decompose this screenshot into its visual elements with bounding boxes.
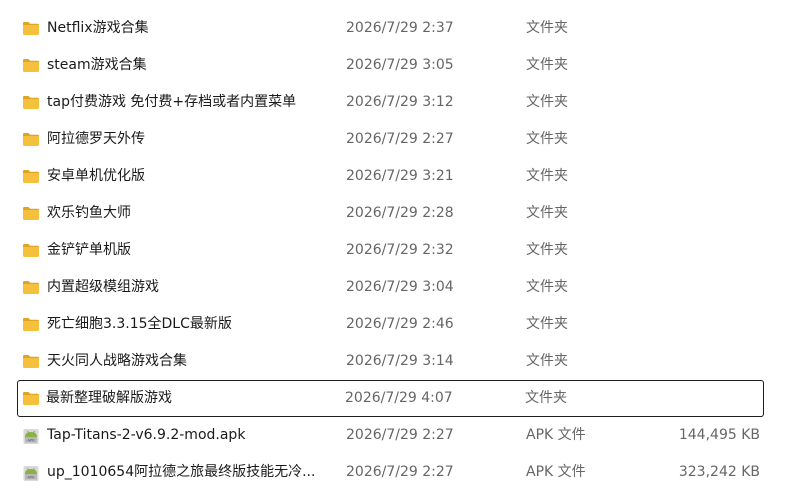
file-type: 文件夹 bbox=[526, 57, 568, 73]
folder-icon bbox=[22, 343, 42, 380]
modified-date: 2026/7/29 2:32 bbox=[346, 242, 454, 258]
modified-date: 2026/7/29 2:37 bbox=[346, 20, 454, 36]
file-name[interactable]: Tap-Titans-2-v6.9.2-mod.apk bbox=[47, 417, 332, 454]
file-row[interactable]: 天火同人战略游戏合集 2026/7/29 3:14 文件夹 bbox=[0, 343, 792, 380]
folder-icon bbox=[22, 158, 42, 195]
folder-icon bbox=[22, 84, 42, 121]
file-name[interactable]: 金铲铲单机版 bbox=[47, 232, 332, 269]
file-type: 文件夹 bbox=[526, 20, 568, 36]
modified-date: 2026/7/29 2:28 bbox=[346, 205, 454, 221]
file-row[interactable]: 阿拉德罗天外传 2026/7/29 2:27 文件夹 bbox=[0, 121, 792, 158]
file-row[interactable]: APK up_1010654阿拉德之旅最终版技能无冷... 2026/7/29 2:… bbox=[0, 454, 792, 491]
folder-icon bbox=[22, 269, 42, 306]
folder-icon bbox=[22, 232, 42, 269]
folder-icon bbox=[22, 121, 42, 158]
file-name[interactable]: 内置超级模组游戏 bbox=[47, 269, 332, 306]
file-name[interactable]: 死亡细胞3.3.15全DLC最新版 bbox=[47, 306, 332, 343]
file-name[interactable]: 阿拉德罗天外传 bbox=[47, 121, 332, 158]
file-type: 文件夹 bbox=[526, 168, 568, 184]
modified-date: 2026/7/29 3:14 bbox=[346, 353, 454, 369]
file-type: APK 文件 bbox=[526, 464, 586, 480]
file-type: 文件夹 bbox=[526, 242, 568, 258]
apk-icon: APK bbox=[22, 454, 42, 491]
folder-icon bbox=[22, 380, 42, 417]
file-name[interactable]: steam游戏合集 bbox=[47, 47, 332, 84]
file-row[interactable]: 内置超级模组游戏 2026/7/29 3:04 文件夹 bbox=[0, 269, 792, 306]
file-name[interactable]: Netflix游戏合集 bbox=[47, 10, 332, 47]
modified-date: 2026/7/29 2:27 bbox=[346, 131, 454, 147]
file-row[interactable]: 安卓单机优化版 2026/7/29 3:21 文件夹 bbox=[0, 158, 792, 195]
file-name[interactable]: up_1010654阿拉德之旅最终版技能无冷... bbox=[47, 454, 332, 491]
folder-icon bbox=[22, 10, 42, 47]
file-name[interactable]: 欢乐钓鱼大师 bbox=[47, 195, 332, 232]
file-row[interactable]: tap付费游戏 免付费+存档或者内置菜单 2026/7/29 3:12 文件夹 bbox=[0, 84, 792, 121]
file-type: 文件夹 bbox=[526, 353, 568, 369]
file-row[interactable]: 欢乐钓鱼大师 2026/7/29 2:28 文件夹 bbox=[0, 195, 792, 232]
modified-date: 2026/7/29 3:21 bbox=[346, 168, 454, 184]
file-name[interactable]: 最新整理破解版游戏 bbox=[46, 380, 331, 417]
file-list: Netflix游戏合集 2026/7/29 2:37 文件夹 steam游戏合集 202… bbox=[0, 10, 792, 491]
modified-date: 2026/7/29 2:27 bbox=[346, 427, 454, 443]
file-type: 文件夹 bbox=[526, 94, 568, 110]
file-row[interactable]: 金铲铲单机版 2026/7/29 2:32 文件夹 bbox=[0, 232, 792, 269]
file-name[interactable]: 天火同人战略游戏合集 bbox=[47, 343, 332, 380]
file-type: 文件夹 bbox=[526, 316, 568, 332]
modified-date: 2026/7/29 3:04 bbox=[346, 279, 454, 295]
file-row[interactable]: 死亡细胞3.3.15全DLC最新版 2026/7/29 2:46 文件夹 bbox=[0, 306, 792, 343]
file-type: 文件夹 bbox=[526, 131, 568, 147]
file-row[interactable]: APK Tap-Titans-2-v6.9.2-mod.apk 2026/7/29 … bbox=[0, 417, 792, 454]
folder-icon bbox=[22, 195, 42, 232]
file-size: 144,495 KB bbox=[678, 427, 760, 443]
modified-date: 2026/7/29 3:12 bbox=[346, 94, 454, 110]
file-type: APK 文件 bbox=[526, 427, 586, 443]
modified-date: 2026/7/29 2:27 bbox=[346, 464, 454, 480]
modified-date: 2026/7/29 4:07 bbox=[345, 390, 453, 406]
modified-date: 2026/7/29 3:05 bbox=[346, 57, 454, 73]
file-name[interactable]: 安卓单机优化版 bbox=[47, 158, 332, 195]
folder-icon bbox=[22, 306, 42, 343]
file-row[interactable]: steam游戏合集 2026/7/29 3:05 文件夹 bbox=[0, 47, 792, 84]
file-type: 文件夹 bbox=[525, 390, 567, 406]
file-type: 文件夹 bbox=[526, 279, 568, 295]
modified-date: 2026/7/29 2:46 bbox=[346, 316, 454, 332]
file-row[interactable]: Netflix游戏合集 2026/7/29 2:37 文件夹 bbox=[0, 10, 792, 47]
folder-icon bbox=[22, 47, 42, 84]
file-name[interactable]: tap付费游戏 免付费+存档或者内置菜单 bbox=[47, 84, 332, 121]
svg-text:APK: APK bbox=[28, 438, 36, 442]
svg-text:APK: APK bbox=[28, 475, 36, 479]
apk-icon: APK bbox=[22, 417, 42, 454]
file-type: 文件夹 bbox=[526, 205, 568, 221]
file-size: 323,242 KB bbox=[678, 464, 760, 480]
file-row[interactable]: 最新整理破解版游戏 2026/7/29 4:07 文件夹 bbox=[17, 380, 764, 417]
